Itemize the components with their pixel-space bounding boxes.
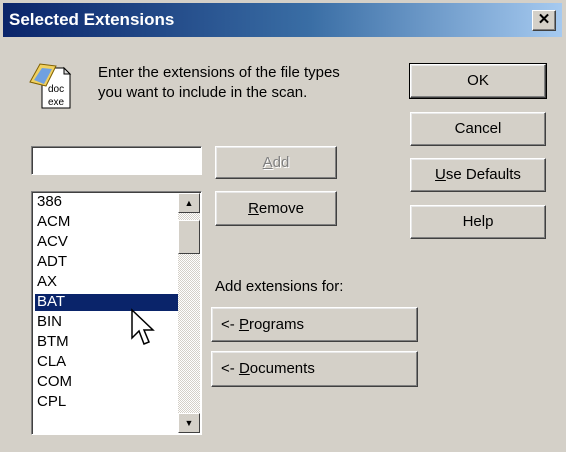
close-button[interactable]: ✕ bbox=[532, 10, 556, 31]
doc-exe-icon: doc exe bbox=[29, 63, 72, 109]
list-item[interactable]: CPL bbox=[35, 394, 179, 411]
ok-button[interactable]: OK bbox=[409, 63, 547, 99]
list-item[interactable]: AX bbox=[35, 274, 179, 291]
title-bar: Selected Extensions ✕ bbox=[3, 3, 562, 37]
add-extensions-for-label: Add extensions for: bbox=[215, 278, 344, 295]
use-defaults-label: se Defaults bbox=[445, 166, 521, 183]
programs-button[interactable]: <- Programs bbox=[211, 307, 418, 342]
svg-text:doc: doc bbox=[48, 84, 64, 95]
list-item[interactable]: COM bbox=[35, 374, 179, 391]
svg-text:exe: exe bbox=[48, 97, 65, 108]
remove-label: emove bbox=[258, 200, 304, 217]
list-scrollbar[interactable]: ▲ ▼ bbox=[178, 193, 200, 433]
remove-button[interactable]: Remove bbox=[215, 191, 337, 226]
programs-accel: P bbox=[238, 316, 249, 333]
documents-label: ocuments bbox=[249, 360, 315, 377]
programs-label: rograms bbox=[248, 316, 304, 333]
list-item[interactable]: BAT bbox=[35, 294, 179, 311]
scroll-down-button[interactable]: ▼ bbox=[178, 413, 200, 433]
add-button[interactable]: Add bbox=[215, 146, 337, 179]
list-item[interactable]: 386 bbox=[35, 194, 179, 211]
list-item[interactable]: BIN bbox=[35, 314, 179, 331]
programs-prefix: <- bbox=[221, 316, 239, 333]
extensions-list[interactable]: 386 ACM ACV ADT AX BAT BIN BTM CLA COM CPL ▲ ▼ bbox=[31, 191, 202, 435]
list-item[interactable]: ACV bbox=[35, 234, 179, 251]
scroll-thumb[interactable] bbox=[178, 220, 200, 254]
mouse-pointer-icon bbox=[131, 308, 155, 345]
documents-prefix: <- bbox=[221, 360, 239, 377]
use-defaults-accel: U bbox=[435, 166, 446, 183]
help-button[interactable]: Help bbox=[410, 205, 546, 239]
add-label: dd bbox=[272, 154, 290, 171]
instruction-line-1: Enter the extensions of the file types bbox=[98, 64, 340, 81]
window-title: Selected Extensions bbox=[9, 10, 175, 29]
list-item[interactable]: ADT bbox=[35, 254, 179, 271]
extension-input[interactable] bbox=[31, 146, 202, 175]
list-item[interactable]: BTM bbox=[35, 334, 179, 351]
selected-extensions-dialog: Selected Extensions ✕ doc exe Enter the … bbox=[0, 0, 566, 452]
remove-accel: R bbox=[248, 200, 259, 217]
scroll-up-button[interactable]: ▲ bbox=[178, 193, 200, 213]
add-accel: A bbox=[262, 154, 273, 171]
use-defaults-button[interactable]: Use Defaults bbox=[410, 158, 546, 192]
instruction-line-2: you want to include in the scan. bbox=[98, 84, 308, 101]
list-item[interactable]: CLA bbox=[35, 354, 179, 371]
documents-accel: D bbox=[238, 360, 250, 377]
cancel-button[interactable]: Cancel bbox=[410, 112, 546, 146]
documents-button[interactable]: <- Documents bbox=[211, 351, 418, 387]
list-item[interactable]: ACM bbox=[35, 214, 179, 231]
